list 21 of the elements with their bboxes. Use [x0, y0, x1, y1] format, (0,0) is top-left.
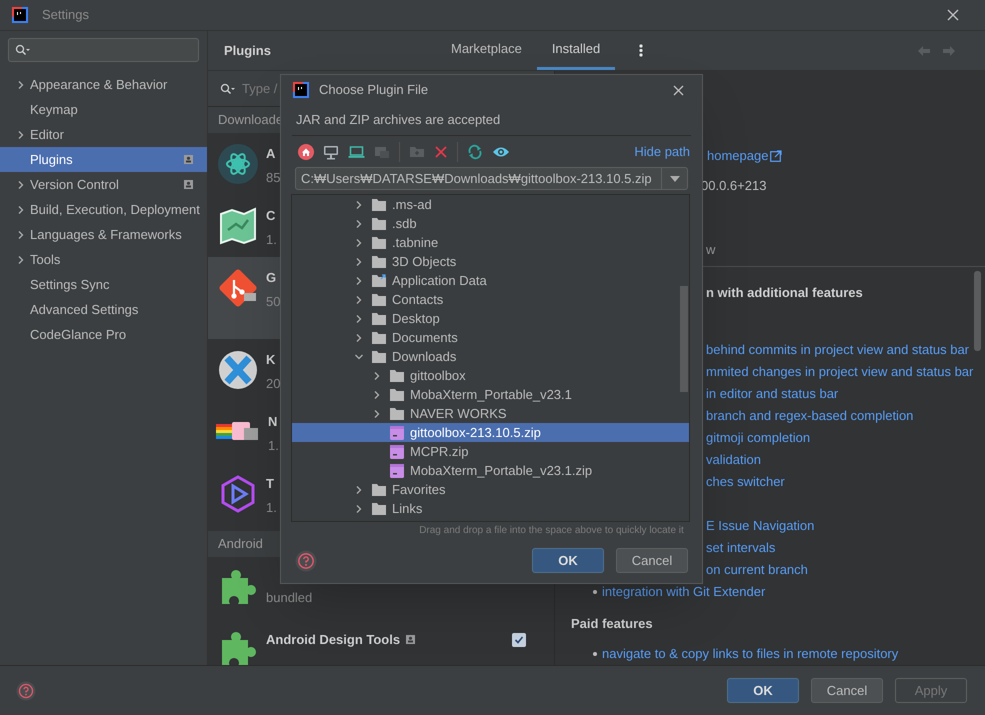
plugin-name: A — [266, 145, 276, 163]
plugin-name: Android Design Tools — [266, 631, 400, 649]
plugin-name: N — [268, 413, 278, 431]
section-title: Plugins — [223, 42, 272, 60]
plugin-version: 20 — [266, 374, 280, 392]
dialog-description: JAR and ZIP archives are accepted — [296, 111, 500, 130]
plugin-version: 1. — [266, 498, 277, 516]
plugin-version: 1. — [268, 436, 279, 454]
plugin-name: G — [266, 269, 276, 287]
description-heading: n with additional features — [706, 284, 863, 302]
plugin-name: C — [266, 207, 276, 225]
plugin-version: 85 — [266, 168, 280, 186]
dialog-title: Choose Plugin File — [319, 81, 430, 100]
section-heading: Paid features — [571, 615, 653, 634]
plugin-version: 1. — [266, 230, 277, 248]
plugin-name: T — [266, 475, 274, 493]
plugin-name: K — [266, 351, 276, 369]
window-title: Settings — [42, 6, 89, 24]
plugin-version: bundled — [266, 589, 312, 607]
version-text: 00.0.6+213 — [701, 177, 766, 196]
plugin-version: 50 — [266, 292, 280, 310]
